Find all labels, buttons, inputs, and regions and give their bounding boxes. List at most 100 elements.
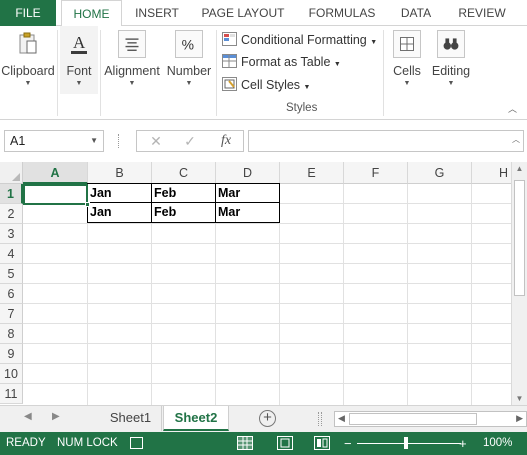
chevron-down-icon: ▼ [370, 39, 378, 46]
scroll-down-icon[interactable]: ▼ [512, 394, 527, 403]
conditional-formatting-button[interactable]: Conditional Formatting ▼ [222, 30, 377, 50]
add-sheet-icon[interactable]: + [259, 410, 276, 427]
cell-styles-button[interactable]: Cell Styles ▼ [222, 75, 310, 95]
chevron-down-icon[interactable]: ︿ [512, 134, 520, 145]
fill-handle[interactable] [85, 202, 90, 207]
gridline [23, 303, 511, 304]
clipboard-button[interactable]: Clipboard ▼ [0, 26, 56, 98]
font-label: Font [66, 64, 92, 78]
gridline [23, 383, 511, 384]
status-num-lock: NUM LOCK [57, 437, 118, 449]
horizontal-scrollbar[interactable]: ◀ ▶ [334, 411, 527, 427]
binoculars-icon [437, 30, 465, 58]
svg-text:%: % [182, 37, 194, 53]
vertical-scroll-thumb[interactable] [514, 180, 525, 296]
row-header-6[interactable]: 6 [0, 284, 23, 304]
vertical-scrollbar[interactable]: ▲ ▼ [511, 162, 527, 405]
row-header-2[interactable]: 2 [0, 204, 23, 224]
column-header-b[interactable]: B [88, 162, 152, 184]
column-header-d[interactable]: D [216, 162, 280, 184]
column-header-c[interactable]: C [152, 162, 216, 184]
enter-icon[interactable]: ✓ [175, 131, 205, 151]
next-sheet-icon[interactable]: ▶ [52, 411, 60, 422]
column-header-g[interactable]: G [408, 162, 472, 184]
clipboard-label: Clipboard [1, 64, 55, 78]
cell-d2[interactable]: Mar [215, 202, 280, 223]
tab-formulas[interactable]: FORMULAS [303, 0, 381, 26]
column-header-e[interactable]: E [280, 162, 344, 184]
cell-d1[interactable]: Mar [215, 183, 280, 203]
sheet-tab-sheet1[interactable]: Sheet1 [100, 406, 162, 431]
page-layout-view-icon[interactable] [277, 436, 293, 450]
row-header-10[interactable]: 10 [0, 364, 23, 384]
sheet-tab-sheet2[interactable]: Sheet2 [163, 406, 229, 431]
horizontal-scroll-thumb[interactable] [349, 413, 477, 425]
insert-function-icon[interactable]: fx [211, 131, 241, 151]
chevron-down-icon: ▼ [403, 80, 411, 87]
row-header-11[interactable]: 11 [0, 384, 23, 404]
cell-styles-icon [222, 77, 237, 91]
font-button[interactable]: A Font ▼ [60, 26, 98, 94]
row-header-4[interactable]: 4 [0, 244, 23, 264]
active-cell-selection[interactable] [23, 184, 90, 207]
cell-c1[interactable]: Feb [151, 183, 216, 203]
page-break-preview-icon[interactable] [314, 436, 330, 450]
zoom-slider-thumb[interactable] [404, 437, 408, 449]
format-as-table-icon [222, 54, 237, 68]
name-box[interactable]: A1 ▼ [4, 130, 104, 152]
cell-b2[interactable]: Jan [87, 202, 152, 223]
conditional-formatting-icon [222, 32, 237, 46]
gridline [23, 343, 511, 344]
scroll-left-icon[interactable]: ◀ [338, 413, 345, 424]
row-header-1[interactable]: 1 [0, 184, 23, 204]
cell-c2[interactable]: Feb [151, 202, 216, 223]
cell-styles-label: Cell Styles [241, 78, 301, 92]
zoom-slider-track[interactable] [357, 443, 461, 444]
format-as-table-button[interactable]: Format as Table ▼ [222, 52, 341, 72]
collapse-ribbon-button[interactable]: ︿ [508, 102, 517, 115]
tab-data[interactable]: DATA [392, 0, 440, 26]
cells-button[interactable]: Cells ▼ [387, 26, 427, 98]
tab-insert[interactable]: INSERT [127, 0, 187, 26]
scroll-right-icon[interactable]: ▶ [516, 413, 523, 424]
tab-page-layout[interactable]: PAGE LAYOUT [195, 0, 291, 26]
tab-review[interactable]: REVIEW [452, 0, 512, 26]
chevron-down-icon: ▼ [185, 80, 193, 87]
column-header-a[interactable]: A [23, 162, 88, 184]
worksheet-grid[interactable]: A B C D E F G H 1 2 3 4 5 6 7 8 9 10 11 … [0, 162, 511, 405]
ribbon-divider [383, 30, 384, 116]
styles-group-label: Styles [286, 102, 318, 114]
tab-file[interactable]: FILE [0, 0, 56, 26]
sheet-tab-bar: ◀ ▶ Sheet1 Sheet2 + ◀ ▶ [0, 405, 527, 432]
row-header-8[interactable]: 8 [0, 324, 23, 344]
scroll-up-icon[interactable]: ▲ [512, 164, 527, 173]
row-header-7[interactable]: 7 [0, 304, 23, 324]
alignment-button[interactable]: Alignment ▼ [102, 26, 162, 98]
cell-b1[interactable]: Jan [87, 183, 152, 203]
prev-sheet-icon[interactable]: ◀ [24, 411, 32, 422]
select-all-button[interactable] [0, 162, 23, 184]
formula-input[interactable] [248, 130, 524, 152]
row-header-9[interactable]: 9 [0, 344, 23, 364]
row-header-5[interactable]: 5 [0, 264, 23, 284]
cancel-icon[interactable]: ✕ [141, 131, 171, 151]
macro-recording-icon[interactable] [130, 437, 143, 449]
zoom-out-button[interactable]: − [344, 432, 352, 455]
gridline [407, 184, 408, 405]
ribbon: Clipboard ▼ A Font ▼ Alignment ▼ % Numbe… [0, 26, 527, 120]
normal-view-icon[interactable] [237, 436, 253, 450]
chevron-down-icon: ▼ [128, 80, 136, 87]
zoom-level[interactable]: 100% [483, 432, 512, 455]
column-header-f[interactable]: F [344, 162, 408, 184]
tab-split-grip[interactable] [318, 412, 322, 426]
editing-button[interactable]: Editing ▼ [429, 26, 473, 98]
conditional-formatting-label: Conditional Formatting [241, 33, 367, 47]
chevron-down-icon[interactable]: ▼ [90, 131, 98, 151]
column-header-h[interactable]: H [472, 162, 511, 184]
zoom-in-button[interactable]: + [459, 432, 467, 455]
row-header-3[interactable]: 3 [0, 224, 23, 244]
tab-home[interactable]: HOME [61, 0, 122, 27]
number-button[interactable]: % Number ▼ [164, 26, 214, 98]
ribbon-tab-bar: FILE HOME INSERT PAGE LAYOUT FORMULAS DA… [0, 0, 527, 27]
svg-text:A: A [73, 33, 86, 52]
